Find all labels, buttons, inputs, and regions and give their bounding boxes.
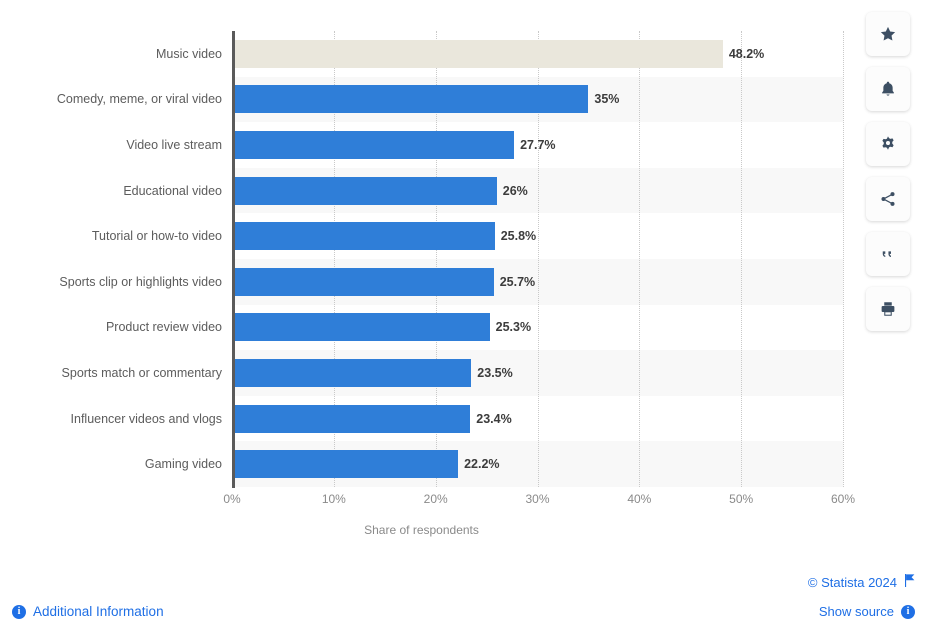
category-label: Tutorial or how-to video xyxy=(91,229,222,244)
copyright-notice: © Statista 2024 xyxy=(808,574,915,590)
alert-button[interactable] xyxy=(866,67,910,111)
bar[interactable] xyxy=(232,359,472,387)
x-axis-tick-label: 30% xyxy=(525,492,550,506)
flag-icon[interactable] xyxy=(904,574,915,590)
copyright-label: © Statista 2024 xyxy=(807,574,897,590)
category-label: Sports clip or highlights video xyxy=(59,274,222,289)
x-axis-tick-label: 0% xyxy=(223,492,241,506)
x-axis-tick-label: 50% xyxy=(729,492,754,506)
bar-value-label: 22.2% xyxy=(464,457,500,472)
additional-information-link[interactable]: i Additional Information xyxy=(12,604,164,619)
print-icon xyxy=(879,300,897,318)
category-label: Music video xyxy=(156,46,222,61)
category-label: Comedy, meme, or viral video xyxy=(56,92,222,107)
x-axis-tick-label: 10% xyxy=(321,492,346,506)
bar-value-label: 23.4% xyxy=(476,411,512,426)
info-icon: i xyxy=(901,604,915,619)
plot-area: 48.2% 35% 27.7% 26% 25.8% 25.7% 25.3% 23.5% 23.4… xyxy=(232,31,845,487)
bar[interactable] xyxy=(232,267,494,296)
category-label: Educational video xyxy=(123,183,222,198)
y-axis-category-labels: Music video Comedy, meme, or viral video V… xyxy=(0,31,222,487)
bar[interactable] xyxy=(232,404,471,433)
bar-value-label: 25.3% xyxy=(495,320,532,335)
settings-button[interactable] xyxy=(866,122,910,166)
bar[interactable] xyxy=(232,39,723,68)
bar-value-label: 35% xyxy=(594,92,620,107)
y-axis-line xyxy=(232,31,235,488)
x-axis-title: Share of respondents xyxy=(0,523,931,537)
chart-container: Music video Comedy, meme, or viral video V… xyxy=(0,0,931,560)
chart-footer: © Statista 2024 Show source i i Addition… xyxy=(0,560,931,640)
share-button[interactable] xyxy=(866,177,910,221)
chart-toolbar xyxy=(866,12,910,342)
category-label: Sports match or commentary xyxy=(61,366,222,380)
x-axis-title-label: Share of respondents xyxy=(364,523,479,537)
gridline xyxy=(843,31,845,487)
bar-value-label: 26% xyxy=(502,183,528,198)
x-axis-tick-label: 40% xyxy=(627,492,652,506)
category-label: Video live stream xyxy=(126,138,222,152)
category-label: Gaming video xyxy=(144,457,222,472)
bar-value-label: 27.7% xyxy=(520,138,556,152)
bar-value-label: 25.8% xyxy=(500,229,537,244)
bell-icon xyxy=(879,80,897,98)
favorite-button[interactable] xyxy=(866,12,910,56)
citation-button[interactable] xyxy=(866,232,910,276)
bar[interactable] xyxy=(232,313,490,342)
additional-information-label: Additional Information xyxy=(33,604,164,619)
quote-icon xyxy=(879,245,897,263)
category-label: Influencer videos and vlogs xyxy=(70,411,222,426)
gridline xyxy=(639,31,641,487)
print-button[interactable] xyxy=(866,287,910,331)
share-icon xyxy=(879,190,897,208)
bar-value-label: 25.7% xyxy=(499,274,536,289)
bar[interactable] xyxy=(232,131,515,159)
show-source-link[interactable]: Show source i xyxy=(819,604,915,619)
show-source-label: Show source xyxy=(818,604,894,619)
bar[interactable] xyxy=(232,222,495,251)
gear-icon xyxy=(879,135,897,153)
bar[interactable] xyxy=(232,450,459,479)
info-icon: i xyxy=(12,604,26,619)
x-axis-tick-label: 20% xyxy=(423,492,448,506)
bar-value-label: 23.5% xyxy=(477,366,513,380)
bar[interactable] xyxy=(232,85,589,114)
x-axis-tick-label: 60% xyxy=(830,492,856,506)
bar-value-label: 48.2% xyxy=(728,46,765,61)
category-label: Product review video xyxy=(105,320,222,335)
gridline xyxy=(741,31,743,487)
bar[interactable] xyxy=(232,176,497,205)
star-icon xyxy=(879,25,897,43)
